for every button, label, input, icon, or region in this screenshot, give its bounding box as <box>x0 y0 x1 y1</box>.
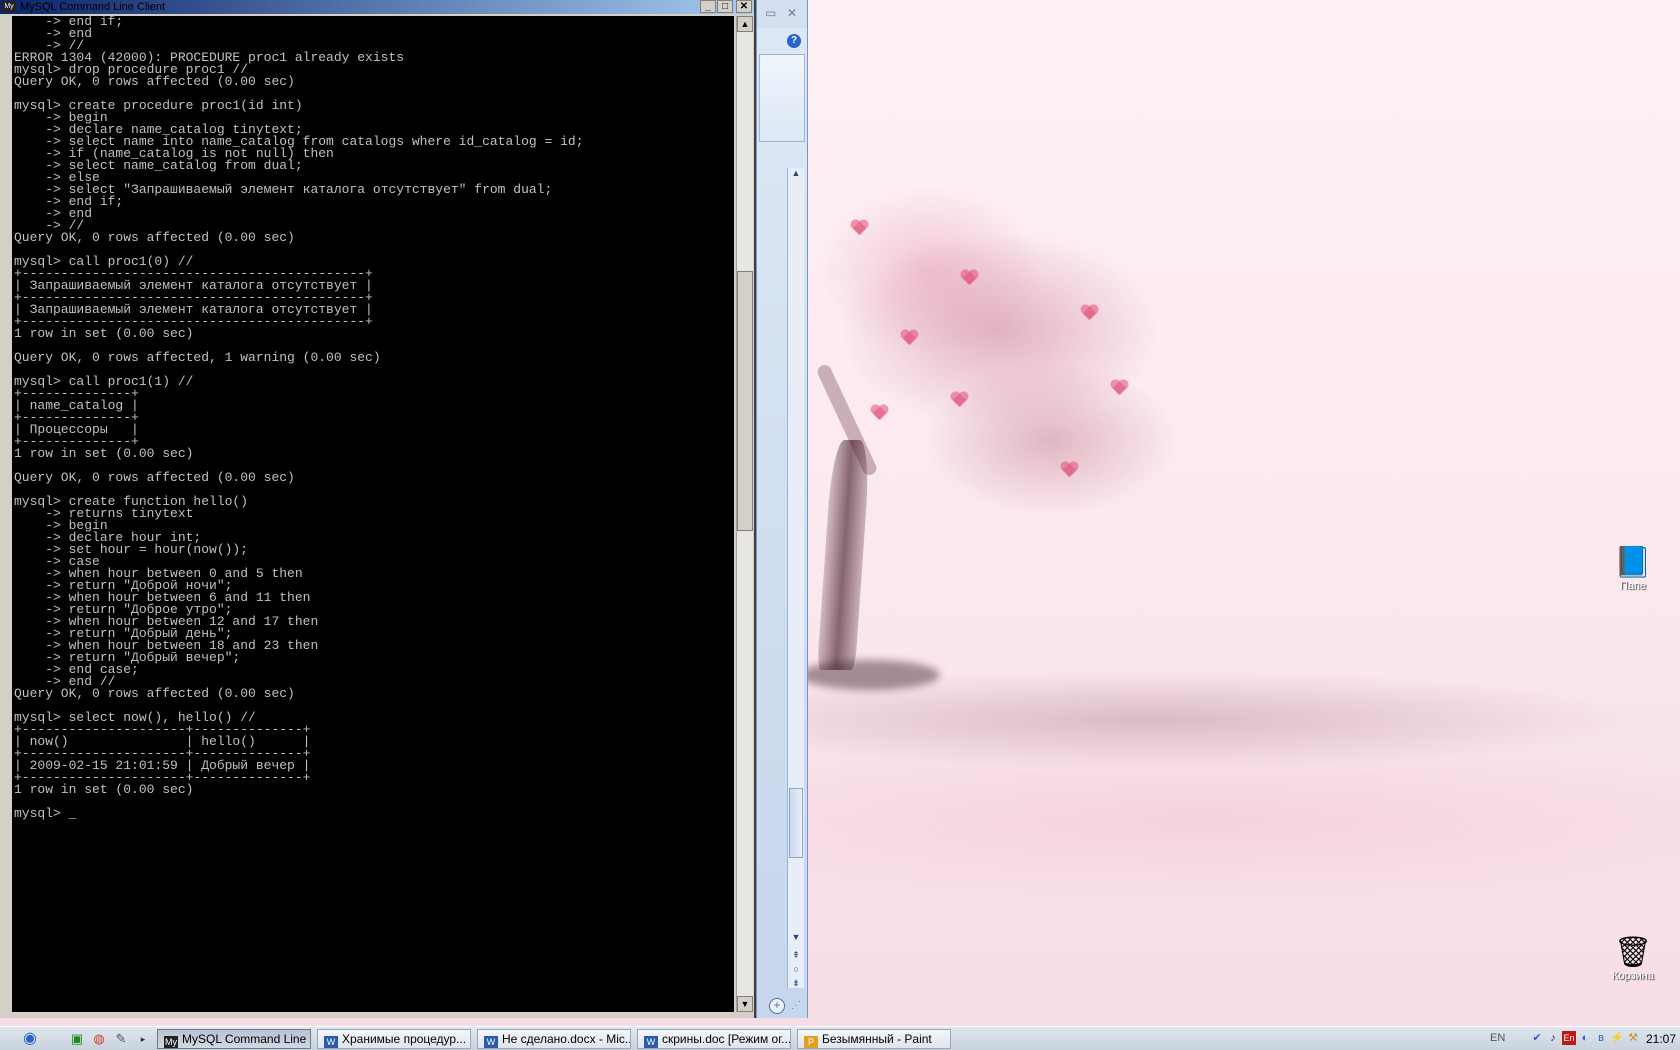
scroll-up-button[interactable]: ▲ <box>737 16 753 32</box>
book-icon: 📘 <box>1614 546 1652 579</box>
tray-tool-icon[interactable]: ⚒ <box>1626 1031 1640 1045</box>
desktop-icon-recycle-bin[interactable]: 🗑 Корзина <box>1603 936 1663 982</box>
close-button[interactable]: ✕ <box>736 0 752 13</box>
resize-grip-icon[interactable]: ⋰ <box>791 1000 801 1011</box>
chrome-icon[interactable]: ◍ <box>90 1030 108 1048</box>
task-label: Хранимые процедур... <box>342 1032 467 1046</box>
task-label: скрины.doc [Режим ог... <box>662 1032 791 1046</box>
system-tray: EN ✔ ♪ En ◐ ʙ ⚡ ⚒ 21:07 <box>1480 1029 1680 1049</box>
bluetooth-icon[interactable]: ʙ <box>1594 1031 1608 1045</box>
scroll-up-icon[interactable]: ▲ <box>789 168 803 178</box>
task-paint[interactable]: P Безымянный - Paint <box>797 1029 951 1049</box>
help-button[interactable]: ? <box>787 34 801 48</box>
task-mysql[interactable]: My MySQL Command Line ... <box>157 1029 311 1049</box>
scroll-thumb[interactable] <box>737 271 753 531</box>
word-scroll-thumb[interactable] <box>789 788 803 858</box>
paint-icon: P <box>804 1036 818 1048</box>
select-browse-object-icon[interactable]: ○ <box>789 964 803 974</box>
next-page-icon[interactable]: ⇟ <box>789 978 803 989</box>
word-icon: W <box>644 1036 658 1048</box>
wallpaper-tree-trunk <box>816 440 872 670</box>
word-icon: W <box>484 1036 498 1048</box>
desktop-icon-label: Папе <box>1619 580 1647 592</box>
clock: 21:07 <box>1646 1032 1677 1046</box>
keyboard-layout-icon[interactable]: En <box>1562 1031 1576 1045</box>
heart-decoration <box>850 220 868 236</box>
word-icon: W <box>324 1036 338 1048</box>
heart-decoration <box>1110 380 1128 396</box>
window-titlebar[interactable]: My MySQL Command Line Client _ □ ✕ <box>0 0 754 14</box>
network-icon[interactable]: ◐ <box>1578 1031 1592 1045</box>
zoom-in-button[interactable]: + <box>769 998 785 1014</box>
word-scrollbar[interactable]: ▲ ▼ ⇞ ○ ⇟ <box>787 168 804 988</box>
maximize-button[interactable]: □ <box>717 0 733 13</box>
tray-app-icon[interactable]: ⚡ <box>1610 1031 1624 1045</box>
heart-decoration <box>950 392 968 408</box>
task-label: MySQL Command Line ... <box>182 1032 311 1046</box>
language-indicator[interactable]: EN <box>1490 1032 1505 1044</box>
heart-decoration <box>870 405 888 421</box>
quicklaunch-tool-icon[interactable]: ✎ <box>112 1030 130 1048</box>
desktop-icon-folder[interactable]: 📘 Папе <box>1603 546 1663 592</box>
console-text: -> end if; -> end -> // ERROR 1304 (4200… <box>14 16 584 821</box>
scroll-down-icon[interactable]: ▼ <box>789 932 803 942</box>
task-word-doc-3[interactable]: Wскрины.doc [Режим ог... <box>637 1029 791 1049</box>
mysql-console-window: My MySQL Command Line Client _ □ ✕ -> en… <box>0 0 756 1018</box>
mysql-app-icon: My <box>2 1 16 12</box>
desktop-icon-label: Корзина <box>1612 970 1654 982</box>
wallpaper-tree-shadow <box>800 660 940 690</box>
taskbar: ◉ ▣ ◍ ✎ ▸ My MySQL Command Line ... W Хран… <box>0 1026 1680 1050</box>
start-button[interactable]: ◉ <box>20 1030 40 1048</box>
task-label: Безымянный - Paint <box>822 1032 932 1046</box>
heart-decoration <box>1080 305 1098 321</box>
heart-decoration <box>960 270 978 286</box>
word-ribbon-panel <box>759 54 805 142</box>
word-close-icon[interactable]: ✕ <box>787 6 797 20</box>
task-word-doc-2[interactable]: W Не сделано.docx - Mic... <box>477 1029 631 1049</box>
heart-decoration <box>1060 462 1078 478</box>
scroll-down-button[interactable]: ▼ <box>737 996 753 1012</box>
recycle-bin-icon: 🗑 <box>1613 936 1653 969</box>
minimize-button[interactable]: _ <box>700 0 716 13</box>
quicklaunch-more-icon[interactable]: ▸ <box>134 1030 152 1048</box>
task-label: Не сделано.docx - Mic... <box>502 1032 631 1046</box>
console-output[interactable]: -> end if; -> end -> // ERROR 1304 (4200… <box>12 16 734 1012</box>
console-scrollbar[interactable]: ▲ ▼ <box>736 16 753 1012</box>
mysql-icon: My <box>164 1036 178 1048</box>
quicklaunch-icon[interactable]: ▣ <box>68 1030 86 1048</box>
previous-page-icon[interactable]: ⇞ <box>789 950 803 961</box>
word-titlebar[interactable]: ▭ ✕ <box>757 0 807 28</box>
word-restore-icon[interactable]: ▭ <box>765 6 776 20</box>
heart-decoration <box>900 330 918 346</box>
tray-security-icon[interactable]: ✔ <box>1530 1031 1544 1045</box>
task-word-doc-1[interactable]: W Хранимые процедур... <box>317 1029 471 1049</box>
volume-icon[interactable]: ♪ <box>1546 1031 1560 1045</box>
word-window-partial: ▭ ✕ ? ▲ ▼ ⇞ ○ ⇟ + ⋰ <box>756 0 808 1018</box>
window-title: MySQL Command Line Client <box>20 1 166 13</box>
